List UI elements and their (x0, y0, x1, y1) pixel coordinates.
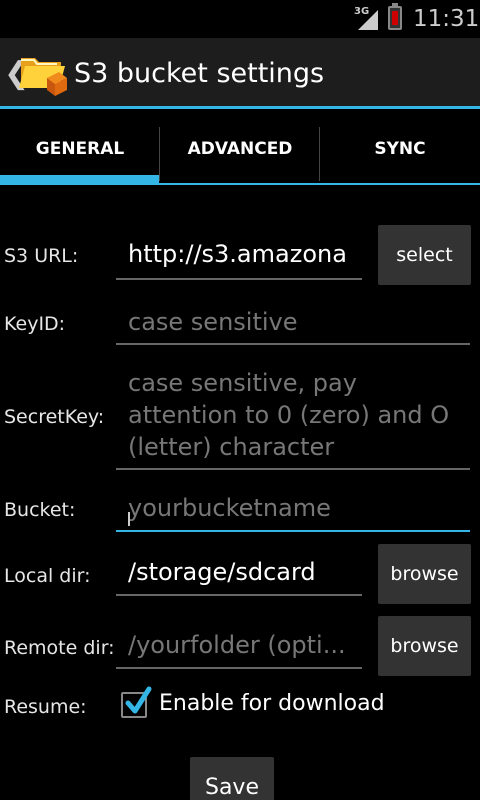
bucket-input[interactable]: yourbucketname (116, 492, 470, 532)
action-bar: ❮ S3 bucket settings (0, 38, 480, 108)
tab-bar: GENERAL ADVANCED SYNC (0, 109, 480, 185)
remote-dir-label: Remote dir: (4, 637, 115, 659)
browse-remote-button[interactable]: browse (378, 616, 471, 676)
status-bar: 3G 11:31 (0, 0, 480, 38)
s3-url-value: http://s3.amazona (128, 240, 347, 268)
text-cursor (128, 512, 130, 526)
key-id-input[interactable]: case sensitive (116, 306, 470, 345)
selected-tab-indicator (0, 175, 159, 183)
key-id-label: KeyID: (4, 313, 66, 335)
checkmark-icon (125, 686, 152, 714)
remote-dir-placeholder: /yourfolder (opti... (128, 631, 346, 659)
resume-label: Resume: (4, 696, 87, 718)
secret-key-label: SecretKey: (4, 406, 105, 428)
bucket-label: Bucket: (4, 499, 76, 521)
secret-key-input[interactable]: case sensitive, pay attention to 0 (zero… (116, 367, 470, 470)
browse-local-button[interactable]: browse (378, 544, 471, 604)
select-url-button[interactable]: select (378, 225, 471, 285)
status-time: 11:31 (413, 6, 480, 32)
local-dir-input[interactable]: /storage/sdcard (116, 556, 362, 596)
page-title: S3 bucket settings (74, 58, 325, 89)
tab-underline (0, 183, 480, 185)
resume-checkbox-label[interactable]: Enable for download (159, 691, 385, 716)
folder-icon[interactable] (17, 46, 69, 98)
local-dir-label: Local dir: (4, 565, 91, 587)
battery-icon (388, 3, 402, 30)
save-button[interactable]: Save (190, 757, 274, 800)
s3-url-label: S3 URL: (4, 245, 79, 267)
tab-advanced[interactable]: ADVANCED (160, 109, 320, 185)
bucket-placeholder: yourbucketname (128, 494, 331, 522)
s3-url-input[interactable]: http://s3.amazona (116, 238, 362, 280)
remote-dir-input[interactable]: /yourfolder (opti... (116, 629, 362, 669)
tab-sync[interactable]: SYNC (320, 109, 480, 185)
key-id-placeholder: case sensitive (128, 308, 298, 336)
signal-icon (358, 10, 378, 30)
tab-general[interactable]: GENERAL (0, 109, 160, 185)
local-dir-value: /storage/sdcard (128, 558, 316, 586)
secret-key-placeholder: case sensitive, pay attention to 0 (zero… (128, 369, 450, 461)
